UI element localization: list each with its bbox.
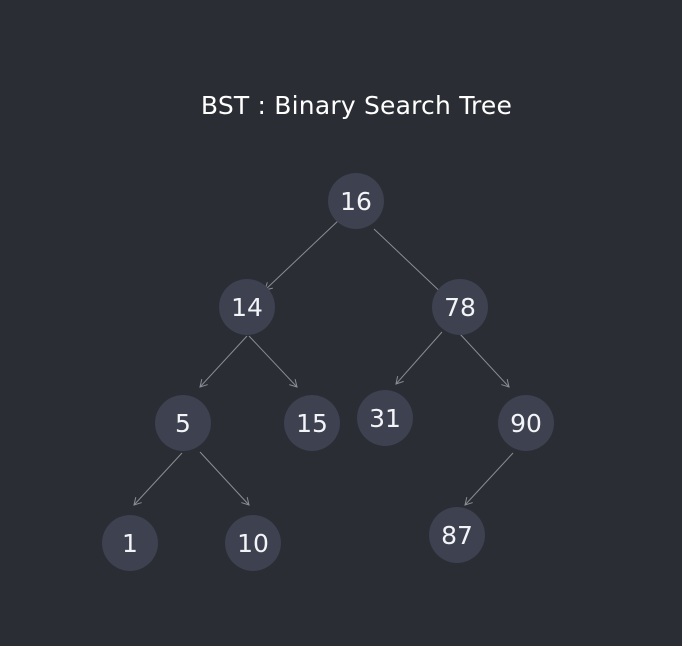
edge-5-1 [133, 452, 183, 506]
edge-14-15 [248, 335, 298, 388]
edge-78-31 [395, 331, 443, 385]
tree-node-87: 87 [429, 507, 485, 563]
edge-16-78 [373, 228, 449, 300]
bst-diagram: BST : Binary Search Tree 16 14 78 5 15 3… [0, 0, 682, 646]
tree-node-1: 1 [102, 515, 158, 571]
tree-node-90: 90 [498, 395, 554, 451]
tree-node-16: 16 [328, 173, 384, 229]
tree-node-78: 78 [432, 279, 488, 335]
edge-14-5 [199, 335, 248, 388]
edge-90-87 [464, 452, 514, 506]
tree-node-10: 10 [225, 515, 281, 571]
tree-node-15: 15 [284, 395, 340, 451]
tree-node-31: 31 [357, 390, 413, 446]
tree-node-5: 5 [155, 395, 211, 451]
edge-16-14 [264, 218, 341, 291]
edge-5-10 [199, 451, 250, 506]
edge-78-90 [459, 333, 510, 388]
tree-node-14: 14 [219, 279, 275, 335]
